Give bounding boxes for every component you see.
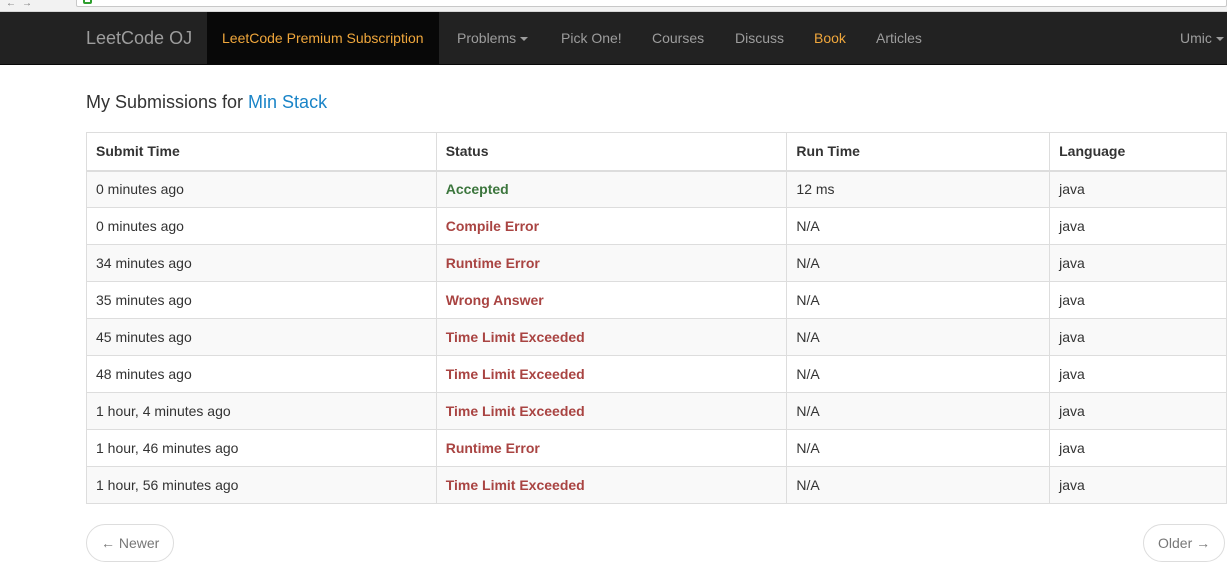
- run-time-cell: N/A: [786, 429, 1051, 467]
- nav-pick-one[interactable]: Pick One!: [561, 12, 622, 64]
- submit-time-cell: 1 hour, 46 minutes ago: [86, 429, 437, 467]
- run-time-cell: N/A: [786, 244, 1051, 282]
- status-link[interactable]: Accepted: [446, 181, 509, 197]
- table-row: 34 minutes ago Runtime Error N/A java: [86, 244, 1227, 282]
- browser-chrome: ←→: [0, 0, 1227, 12]
- nav-problems-dropdown[interactable]: Problems: [457, 12, 529, 64]
- problem-link[interactable]: Min Stack: [248, 92, 327, 112]
- language-cell: java: [1049, 466, 1227, 504]
- table-row: 35 minutes ago Wrong Answer N/A java: [86, 281, 1227, 319]
- submissions-table: Submit Time Status Run Time Language 0 m…: [86, 132, 1227, 504]
- column-header-run-time: Run Time: [786, 132, 1051, 172]
- table-row: 45 minutes ago Time Limit Exceeded N/A j…: [86, 318, 1227, 356]
- status-link[interactable]: Time Limit Exceeded: [446, 477, 585, 493]
- status-link[interactable]: Wrong Answer: [446, 292, 544, 308]
- top-navbar: LeetCode OJ LeetCode Premium Subscriptio…: [0, 12, 1227, 65]
- status-cell: Runtime Error: [435, 429, 788, 467]
- nav-premium-subscription[interactable]: LeetCode Premium Subscription: [207, 12, 439, 64]
- submit-time-cell: 34 minutes ago: [86, 244, 437, 282]
- status-cell: Time Limit Exceeded: [435, 355, 788, 393]
- submit-time-cell: 0 minutes ago: [86, 170, 437, 208]
- status-cell: Time Limit Exceeded: [435, 466, 788, 504]
- submit-time-cell: 35 minutes ago: [86, 281, 437, 319]
- language-cell: java: [1049, 244, 1227, 282]
- older-page-button[interactable]: Older →: [1143, 524, 1226, 562]
- table-row: 1 hour, 56 minutes ago Time Limit Exceed…: [86, 466, 1227, 504]
- table-row: 0 minutes ago Compile Error N/A java: [86, 207, 1227, 245]
- run-time-cell: N/A: [786, 392, 1051, 430]
- language-cell: java: [1049, 170, 1227, 208]
- secure-lock-icon: [83, 0, 92, 4]
- chevron-down-icon: [520, 37, 529, 42]
- column-header-status: Status: [435, 132, 788, 172]
- page-title: My Submissions for Min Stack: [86, 92, 327, 113]
- chevron-down-icon: [1215, 37, 1224, 42]
- run-time-cell: N/A: [786, 466, 1051, 504]
- run-time-cell: N/A: [786, 281, 1051, 319]
- status-link[interactable]: Time Limit Exceeded: [446, 329, 585, 345]
- page-title-prefix: My Submissions for: [86, 92, 249, 112]
- table-row: 0 minutes ago Accepted 12 ms java: [86, 170, 1227, 208]
- table-row: 1 hour, 46 minutes ago Runtime Error N/A…: [86, 429, 1227, 467]
- run-time-cell: N/A: [786, 318, 1051, 356]
- table-header-row: Submit Time Status Run Time Language: [86, 132, 1227, 172]
- language-cell: java: [1049, 281, 1227, 319]
- status-cell: Time Limit Exceeded: [435, 392, 788, 430]
- table-row: 1 hour, 4 minutes ago Time Limit Exceede…: [86, 392, 1227, 430]
- status-cell: Compile Error: [435, 207, 788, 245]
- user-name: Umic: [1180, 30, 1212, 46]
- language-cell: java: [1049, 318, 1227, 356]
- language-cell: java: [1049, 355, 1227, 393]
- language-cell: java: [1049, 392, 1227, 430]
- submit-time-cell: 1 hour, 56 minutes ago: [86, 466, 437, 504]
- status-cell: Runtime Error: [435, 244, 788, 282]
- submit-time-cell: 0 minutes ago: [86, 207, 437, 245]
- browser-nav-arrows-icon[interactable]: ←→: [6, 0, 38, 9]
- address-bar[interactable]: [76, 0, 1227, 7]
- submit-time-cell: 45 minutes ago: [86, 318, 437, 356]
- column-header-submit-time: Submit Time: [86, 132, 437, 172]
- column-header-language: Language: [1049, 132, 1227, 172]
- table-row: 48 minutes ago Time Limit Exceeded N/A j…: [86, 355, 1227, 393]
- submit-time-cell: 48 minutes ago: [86, 355, 437, 393]
- nav-discuss[interactable]: Discuss: [735, 12, 784, 64]
- status-cell: Time Limit Exceeded: [435, 318, 788, 356]
- status-link[interactable]: Compile Error: [446, 218, 539, 234]
- user-menu-dropdown[interactable]: Umic: [1180, 12, 1224, 64]
- run-time-cell: N/A: [786, 355, 1051, 393]
- status-cell: Wrong Answer: [435, 281, 788, 319]
- nav-premium-label: LeetCode Premium Subscription: [222, 30, 424, 46]
- language-cell: java: [1049, 207, 1227, 245]
- nav-courses[interactable]: Courses: [652, 12, 704, 64]
- status-link[interactable]: Runtime Error: [446, 255, 540, 271]
- brand-logo[interactable]: LeetCode OJ: [86, 12, 192, 65]
- nav-articles[interactable]: Articles: [876, 12, 922, 64]
- run-time-cell: N/A: [786, 207, 1051, 245]
- nav-book[interactable]: Book: [814, 12, 846, 64]
- status-link[interactable]: Time Limit Exceeded: [446, 403, 585, 419]
- language-cell: java: [1049, 429, 1227, 467]
- status-link[interactable]: Time Limit Exceeded: [446, 366, 585, 382]
- status-link[interactable]: Runtime Error: [446, 440, 540, 456]
- nav-problems-label: Problems: [457, 30, 517, 46]
- status-cell: Accepted: [435, 170, 788, 208]
- newer-page-button[interactable]: ← Newer: [86, 524, 175, 562]
- run-time-cell: 12 ms: [786, 170, 1051, 208]
- submit-time-cell: 1 hour, 4 minutes ago: [86, 392, 437, 430]
